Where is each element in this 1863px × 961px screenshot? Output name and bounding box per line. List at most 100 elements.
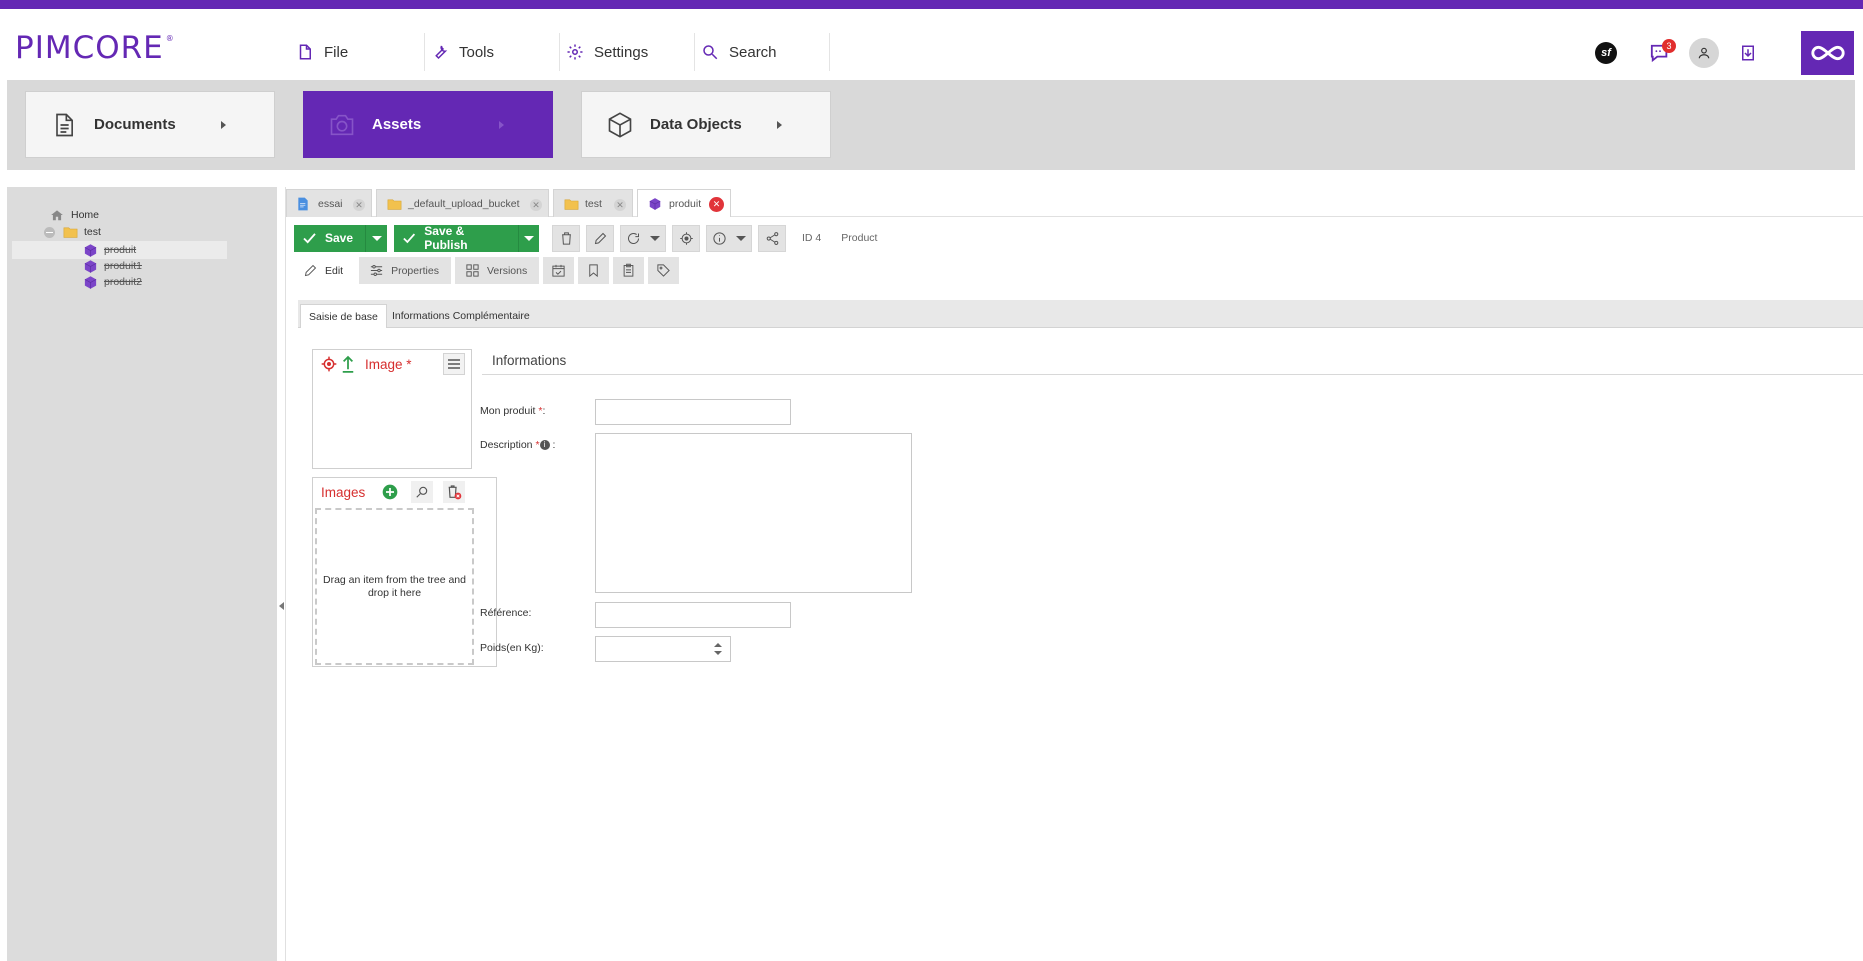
info-icon[interactable]: i <box>539 440 550 451</box>
tab-versions[interactable]: Versions <box>454 257 540 284</box>
tree-item-produit-label: produit <box>104 244 137 256</box>
save-publish-button[interactable]: Save & Publish <box>394 224 539 252</box>
tree-item-home[interactable]: Home <box>50 206 99 224</box>
menu-tools[interactable]: Tools <box>425 33 560 71</box>
image-menu-button[interactable] <box>443 353 465 375</box>
cube-icon <box>84 259 97 273</box>
tab-tags[interactable] <box>648 257 680 284</box>
tree-item-produit2[interactable]: produit2 <box>83 273 142 291</box>
close-icon[interactable]: ✕ <box>614 199 626 211</box>
nav-data-objects[interactable]: Data Objects <box>581 91 831 158</box>
collapse-panel-arrow-icon[interactable] <box>279 596 284 616</box>
image-field-title: Image * <box>365 356 412 372</box>
share-button[interactable] <box>758 224 786 252</box>
clear-images-button[interactable] <box>443 481 466 503</box>
mon-produit-input[interactable] <box>595 399 791 425</box>
images-drop-zone[interactable]: Drag an item from the tree and drop it h… <box>315 508 474 665</box>
user-icon <box>1698 47 1710 59</box>
info-button[interactable] <box>706 224 752 252</box>
object-id: ID 4 <box>802 232 822 244</box>
save-publish-main[interactable]: Save & Publish <box>394 224 518 252</box>
pimcore-infinity-button[interactable] <box>1801 31 1854 75</box>
spinner-arrows-icon[interactable] <box>714 642 722 656</box>
save-main[interactable]: Save <box>294 225 365 252</box>
download-button[interactable] <box>1733 38 1763 68</box>
mon-produit-label: Mon produit <box>480 405 536 417</box>
bookmark-icon <box>589 264 598 278</box>
field-label-mon-produit: Mon produit *: <box>480 405 546 417</box>
tab-edit[interactable]: Edit <box>293 257 356 284</box>
tab-properties[interactable]: Properties <box>359 257 451 284</box>
nav-assets-arrow-icon <box>499 121 504 129</box>
menu-settings-label: Settings <box>594 43 649 61</box>
nav-documents[interactable]: Documents <box>25 91 275 158</box>
cube-outline-icon <box>608 111 632 138</box>
save-publish-dropdown-button[interactable] <box>518 224 539 252</box>
trash-icon <box>561 231 571 245</box>
poids-label: Poids(en Kg): <box>480 642 544 654</box>
avatar <box>1689 38 1719 68</box>
add-image-button[interactable] <box>379 481 401 503</box>
informations-section-title: Informations <box>482 349 1863 375</box>
tree-item-test-folder[interactable]: test <box>44 223 101 241</box>
save-button[interactable]: Save <box>294 224 387 252</box>
logo-registered: ® <box>165 33 175 43</box>
field-label-reference: Référence: <box>480 607 531 619</box>
file-icon <box>299 44 311 60</box>
delete-button[interactable] <box>552 224 580 252</box>
menu-settings[interactable]: Settings <box>560 33 695 71</box>
menu-file[interactable]: File <box>290 33 425 71</box>
rename-button[interactable] <box>586 224 614 252</box>
info-icon <box>713 231 726 245</box>
document-icon <box>298 197 308 210</box>
target-icon <box>679 231 693 245</box>
pimcore-logo[interactable]: PIMCORE ® <box>15 28 175 68</box>
save-dropdown-button[interactable] <box>365 224 387 252</box>
nav-data-objects-arrow-icon <box>777 121 782 129</box>
reload-button[interactable] <box>620 224 666 252</box>
main-navigation: Documents Assets Data Objects <box>7 80 1855 170</box>
collapse-icon[interactable] <box>44 226 55 238</box>
tab-test[interactable]: test ✕ <box>553 189 633 217</box>
tab-scheduler[interactable] <box>543 257 575 284</box>
reference-label: Référence: <box>480 607 532 619</box>
tab-essai[interactable]: essai ✕ <box>286 189 372 217</box>
description-textarea[interactable] <box>595 433 912 593</box>
poids-number-input[interactable] <box>595 636 731 662</box>
tab-informations-complementaire[interactable]: Informations Complémentaire <box>384 304 538 328</box>
tab-produit[interactable]: produit ✕ <box>637 189 731 217</box>
close-icon[interactable]: ✕ <box>709 197 724 212</box>
description-label: Description <box>480 439 533 451</box>
nav-documents-label: Documents <box>94 116 176 133</box>
menu-search[interactable]: Search <box>695 33 830 71</box>
camera-icon <box>330 114 354 135</box>
target-icon[interactable] <box>321 356 337 372</box>
download-icon <box>1742 45 1754 61</box>
tab-default-upload-bucket[interactable]: _default_upload_bucket ✕ <box>376 189 549 217</box>
chevron-down-icon <box>650 235 661 241</box>
notifications-button[interactable]: 3 <box>1645 38 1676 68</box>
search-image-button[interactable] <box>411 481 434 503</box>
tab-saisie-de-base[interactable]: Saisie de base <box>300 304 387 328</box>
images-field-panel: Images Drag an item from the tree and dr… <box>312 477 497 667</box>
tab-essai-label: essai <box>318 197 343 210</box>
reference-input[interactable] <box>595 602 791 628</box>
check-icon <box>303 232 316 244</box>
show-in-tree-button[interactable] <box>672 224 700 252</box>
menu-file-label: File <box>324 43 349 61</box>
upload-icon[interactable] <box>341 355 355 373</box>
symfony-toolbar-button[interactable]: sf <box>1591 38 1621 68</box>
images-field-title: Images <box>321 484 366 500</box>
tab-bookmark[interactable] <box>578 257 610 284</box>
top-right-tools: sf 3 <box>1577 18 1863 88</box>
close-icon[interactable]: ✕ <box>353 199 365 211</box>
user-menu-button[interactable] <box>1689 38 1719 68</box>
folder-icon <box>564 199 579 210</box>
nav-assets[interactable]: Assets <box>303 91 553 158</box>
notification-badge: 3 <box>1662 39 1676 53</box>
tab-notes[interactable] <box>613 257 645 284</box>
image-field-panel: Image * <box>312 349 472 469</box>
close-icon[interactable]: ✕ <box>530 199 542 211</box>
chevron-down-icon <box>524 235 535 241</box>
field-label-description: Description * i : <box>480 439 556 451</box>
